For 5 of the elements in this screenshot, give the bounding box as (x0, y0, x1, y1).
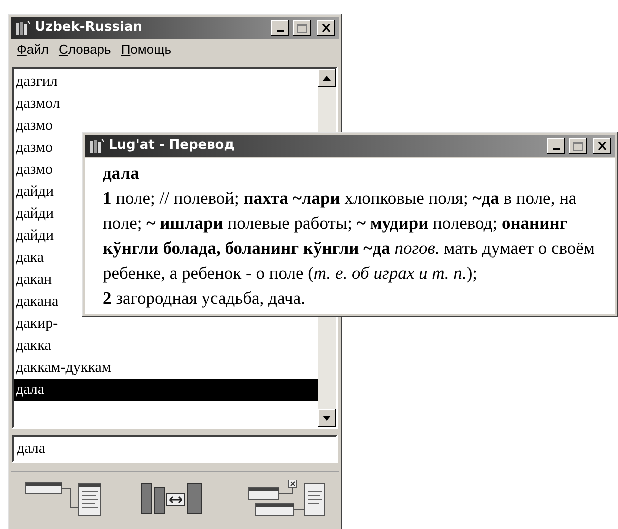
definition-text: 1 поле; // полевой; пахта ~лари хлопковые поля; ~да в поле, на поле; ~ ишлари полевые работы; ~ мудири полевод; онанинг кўнгли болада, боланинг кўнгли ~да погов. мать думает о своём ребенке, а ребенок - о поле (т. е. об играх и т. п.); (103, 187, 596, 285)
window-title: Lug'at - Перевод (109, 137, 236, 156)
definition-text: 2 загородная усадьба, дача. (103, 287, 306, 310)
window-title: Uzbek-Russian (35, 19, 144, 38)
headword: дала (103, 162, 140, 185)
